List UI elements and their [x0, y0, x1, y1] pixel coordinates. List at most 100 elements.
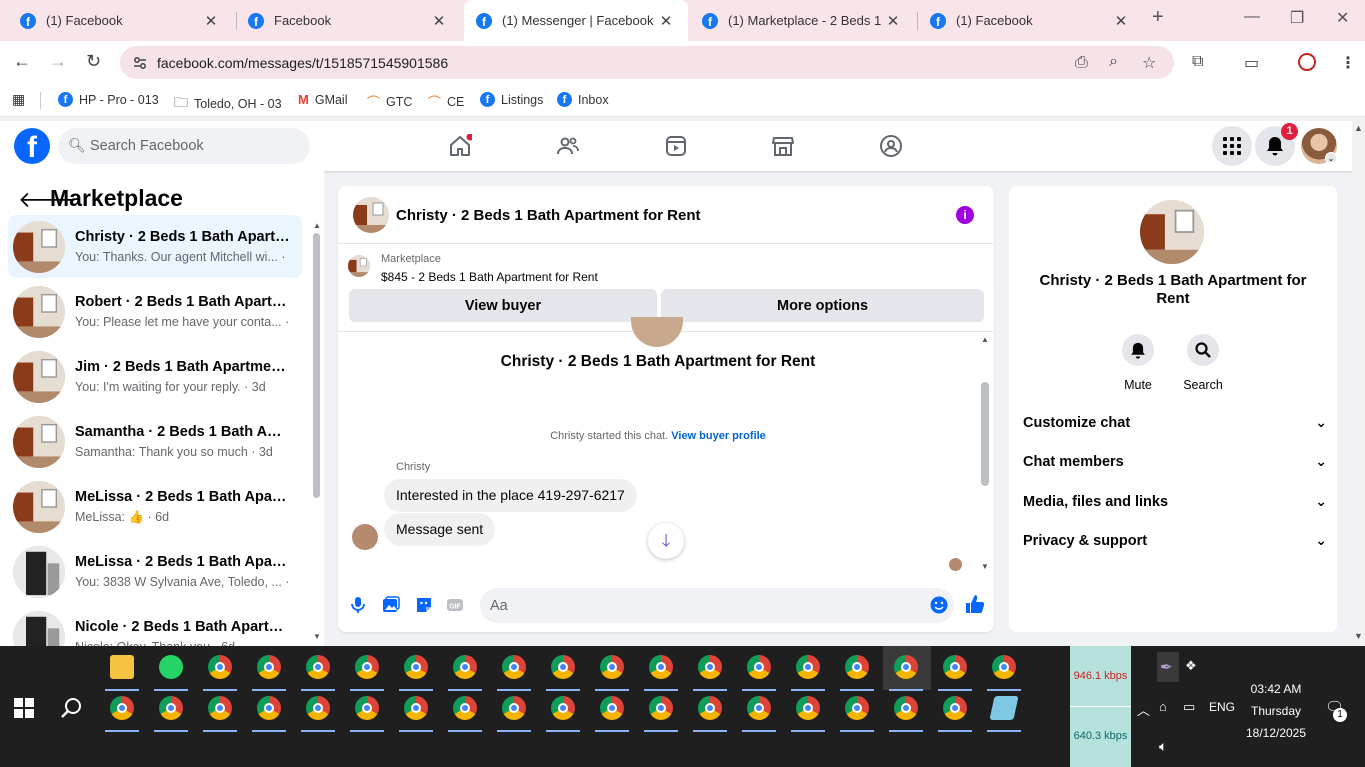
scroll-down-arrow-icon[interactable]: ▼: [1354, 631, 1363, 641]
browser-tab[interactable]: f (1) Marketplace - 2 Beds 1 Ba ✕: [690, 0, 915, 41]
zoom-icon[interactable]: ⌕: [1109, 53, 1118, 71]
microphone-icon[interactable]: [349, 596, 367, 614]
chrome-taskbar-icon[interactable]: [355, 655, 379, 679]
language-indicator[interactable]: ENG: [1209, 700, 1235, 714]
chrome-taskbar-icon[interactable]: [159, 696, 183, 720]
bookmark-hp-pro[interactable]: f HP - Pro - 013: [58, 92, 159, 107]
chat-avatar[interactable]: [353, 197, 389, 233]
taskbar-search-icon[interactable]: [60, 696, 84, 720]
search-conversation-button[interactable]: Search: [1173, 334, 1233, 392]
emoji-icon[interactable]: [930, 596, 948, 614]
chrome-taskbar-icon[interactable]: [453, 696, 477, 720]
thumbs-up-icon[interactable]: [965, 594, 985, 614]
details-avatar[interactable]: [1140, 200, 1204, 264]
conversation-item[interactable]: Jim · 2 Beds 1 Bath Apartment f... You: I…: [8, 345, 302, 408]
chrome-taskbar-icon[interactable]: [796, 655, 820, 679]
chrome-taskbar-icon[interactable]: [208, 655, 232, 679]
notepad-taskbar-icon[interactable]: [989, 696, 1019, 720]
close-tab-icon[interactable]: ✕: [429, 12, 449, 30]
chrome-taskbar-icon[interactable]: [404, 696, 428, 720]
restore-window-icon[interactable]: ❐: [1290, 8, 1304, 28]
scrollbar-thumb[interactable]: [313, 233, 320, 498]
conversation-item[interactable]: Samantha · 2 Beds 1 Bath Apart... Samanth…: [8, 410, 302, 473]
chrome-taskbar-icon[interactable]: [502, 655, 526, 679]
chat-members-section[interactable]: Chat members ⌄: [1023, 447, 1327, 477]
chrome-taskbar-icon[interactable]: [404, 655, 428, 679]
conversation-item[interactable]: Robert · 2 Beds 1 Bath Apartme... You: Pl…: [8, 280, 302, 343]
close-tab-icon[interactable]: ✕: [201, 12, 221, 30]
more-options-button[interactable]: More options: [661, 289, 984, 322]
marketplace-icon[interactable]: [771, 134, 795, 158]
minimize-window-icon[interactable]: —: [1244, 8, 1260, 26]
chrome-taskbar-icon[interactable]: [649, 655, 673, 679]
thread-scrollbar[interactable]: ▲ ▼: [981, 335, 989, 573]
chrome-taskbar-icon[interactable]: [747, 655, 771, 679]
chrome-taskbar-icon[interactable]: [845, 655, 869, 679]
listing-price-title[interactable]: $845 - 2 Beds 1 Bath Apartment for Rent: [381, 270, 598, 284]
view-buyer-profile-link[interactable]: View buyer profile: [671, 430, 766, 442]
chrome-taskbar-icon[interactable]: [355, 696, 379, 720]
chrome-taskbar-icon[interactable]: [845, 696, 869, 720]
bookmark-listings[interactable]: f Listings: [480, 92, 543, 107]
chrome-taskbar-icon[interactable]: [698, 696, 722, 720]
bookmark-toledo-folder[interactable]: 🗀 Toledo, OH - 03: [174, 92, 282, 116]
reload-icon[interactable]: ↻: [86, 51, 101, 72]
conversation-item[interactable]: MeLissa · 2 Beds 1 Bath Apartm... You: 38…: [8, 540, 302, 603]
close-tab-icon[interactable]: ✕: [656, 12, 676, 30]
chrome-taskbar-icon[interactable]: [600, 696, 624, 720]
bookmark-gmail[interactable]: M GMail: [298, 92, 348, 107]
message-bubble[interactable]: Message sent: [384, 513, 496, 546]
address-bar[interactable]: facebook.com/messages/t/1518571545901586…: [120, 46, 1174, 79]
browser-tab[interactable]: f (1) Facebook ✕: [8, 0, 233, 41]
new-tab-button[interactable]: +: [1152, 6, 1164, 29]
info-icon[interactable]: i: [956, 206, 974, 224]
scroll-to-bottom-button[interactable]: 🡓: [648, 523, 684, 559]
conversation-item[interactable]: MeLissa · 2 Beds 1 Bath Apartm... MeLissa…: [8, 475, 302, 538]
menu-grid-button[interactable]: [1212, 126, 1252, 166]
sticker-icon[interactable]: [415, 596, 433, 614]
chat-title[interactable]: Christy · 2 Beds 1 Bath Apartment for Re…: [396, 207, 701, 224]
chrome-taskbar-icon[interactable]: [257, 696, 281, 720]
scroll-up-arrow-icon[interactable]: ▲: [981, 335, 989, 344]
chrome-taskbar-icon[interactable]: [698, 655, 722, 679]
back-arrow-icon[interactable]: ←: [13, 51, 31, 72]
chrome-taskbar-icon[interactable]: [551, 655, 575, 679]
profile-icon[interactable]: [1298, 53, 1316, 71]
close-window-icon[interactable]: ✕: [1336, 8, 1349, 28]
network-icon[interactable]: ⌂: [1159, 699, 1167, 714]
whatsapp-taskbar-icon[interactable]: [159, 655, 183, 679]
chrome-taskbar-icon[interactable]: [110, 696, 134, 720]
volume-icon[interactable]: 🔈︎: [1159, 738, 1167, 755]
scrollbar-thumb[interactable]: [981, 382, 989, 486]
extensions-icon[interactable]: ⧉: [1192, 53, 1203, 71]
bookmark-inbox[interactable]: f Inbox: [557, 92, 609, 107]
chrome-taskbar-icon[interactable]: [747, 696, 771, 720]
chrome-taskbar-icon[interactable]: [600, 655, 624, 679]
chrome-taskbar-icon[interactable]: [306, 696, 330, 720]
facebook-logo[interactable]: f: [14, 128, 50, 164]
folder-taskbar-icon[interactable]: [110, 655, 134, 679]
scroll-up-arrow-icon[interactable]: ▲: [1354, 123, 1363, 133]
view-buyer-button[interactable]: View buyer: [349, 289, 657, 322]
chrome-taskbar-icon[interactable]: [796, 696, 820, 720]
bookmark-star-icon[interactable]: ☆: [1142, 53, 1156, 73]
listing-thumbnail[interactable]: [348, 255, 370, 277]
chrome-taskbar-icon[interactable]: [208, 696, 232, 720]
facebook-search-input[interactable]: 🔍︎ Search Facebook: [58, 128, 310, 164]
scroll-down-arrow-icon[interactable]: ▼: [981, 562, 989, 571]
close-tab-icon[interactable]: ✕: [1111, 12, 1131, 30]
system-clock[interactable]: 03:42 AM Thursday 18/12/2025: [1236, 678, 1316, 744]
chrome-taskbar-icon[interactable]: [649, 696, 673, 720]
browser-tab[interactable]: f Facebook ✕: [236, 0, 461, 41]
scroll-down-arrow-icon[interactable]: ▼: [313, 632, 321, 641]
media-files-links-section[interactable]: Media, files and links ⌄: [1023, 487, 1327, 517]
photo-icon[interactable]: [382, 596, 400, 614]
customize-chat-section[interactable]: Customize chat ⌄: [1023, 408, 1327, 438]
message-input[interactable]: [480, 588, 954, 623]
browser-tab[interactable]: f (1) Facebook ✕: [918, 0, 1143, 41]
site-settings-icon[interactable]: [132, 55, 148, 71]
browser-tab-active[interactable]: f (1) Messenger | Facebook ✕: [464, 0, 688, 41]
chevron-up-icon[interactable]: ︿: [1137, 700, 1150, 719]
privacy-support-section[interactable]: Privacy & support ⌄: [1023, 526, 1327, 556]
mute-button[interactable]: Mute: [1108, 334, 1168, 392]
